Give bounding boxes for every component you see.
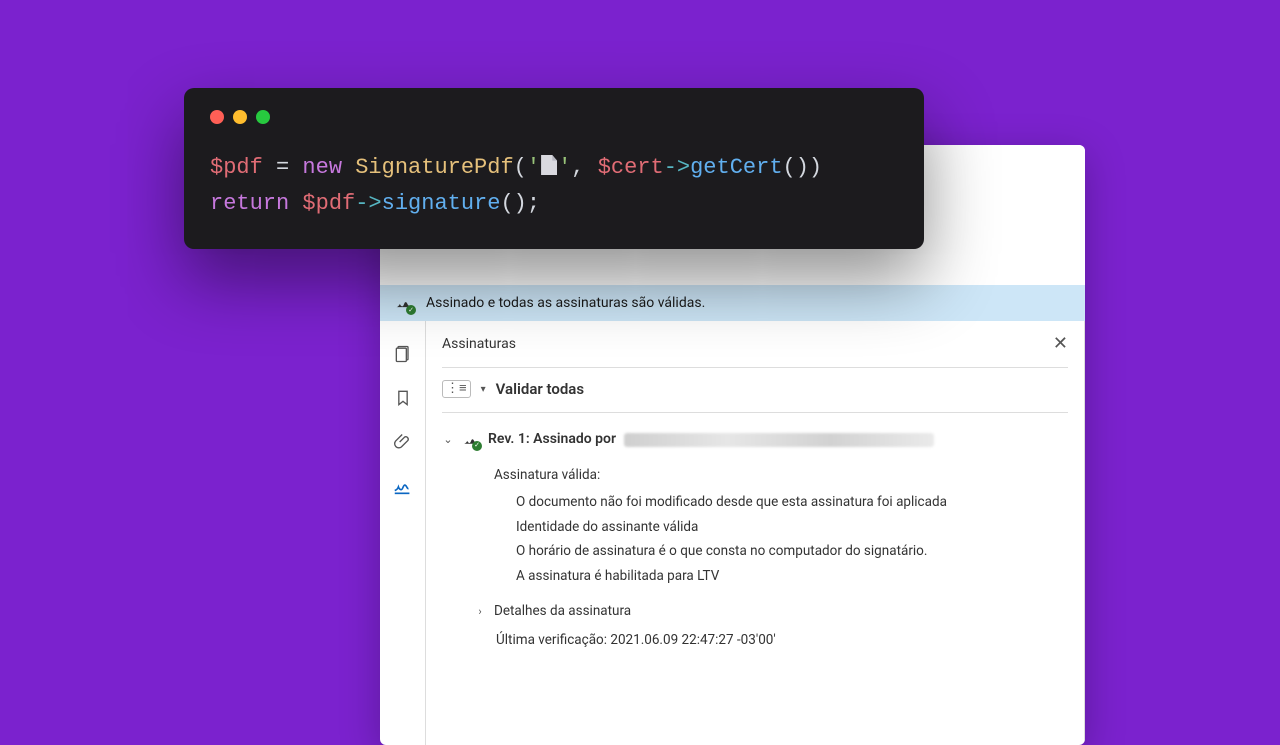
signature-valid-icon: ✓ bbox=[394, 293, 414, 313]
validate-all-label[interactable]: Validar todas bbox=[496, 380, 584, 398]
chevron-right-icon[interactable]: › bbox=[474, 603, 486, 620]
code-token: $pdf bbox=[210, 155, 263, 180]
dropdown-caret-icon[interactable]: ▾ bbox=[481, 384, 486, 395]
list-item: Identidade do assinante válida bbox=[516, 517, 1068, 538]
maximize-window-icon[interactable] bbox=[256, 110, 270, 124]
list-item: A assinatura é habilitada para LTV bbox=[516, 566, 1068, 587]
code-token: return bbox=[210, 191, 289, 216]
pdf-body: Assinaturas ✕ ⋮≡ ▾ Validar todas ⌄ ✓ Rev… bbox=[380, 321, 1085, 745]
signature-details-node[interactable]: › Detalhes da assinatura bbox=[474, 601, 1068, 622]
code-token: ( bbox=[514, 155, 527, 180]
close-window-icon[interactable] bbox=[210, 110, 224, 124]
revision-details: Assinatura válida: O documento não foi m… bbox=[494, 465, 1068, 651]
code-token: signature bbox=[382, 191, 501, 216]
list-item: O documento não foi modificado desde que… bbox=[516, 492, 1068, 513]
validate-all-row: ⋮≡ ▾ Validar todas bbox=[442, 368, 1068, 413]
chevron-down-icon[interactable]: ⌄ bbox=[442, 431, 454, 448]
code-token: SignaturePdf bbox=[342, 155, 514, 180]
bookmark-icon[interactable] bbox=[392, 387, 414, 409]
code-token: ' bbox=[558, 155, 571, 180]
signatures-panel: Assinaturas ✕ ⋮≡ ▾ Validar todas ⌄ ✓ Rev… bbox=[426, 321, 1085, 745]
list-item: O horário de assinatura é o que consta n… bbox=[516, 541, 1068, 562]
check-badge-icon: ✓ bbox=[406, 305, 416, 315]
code-token: , bbox=[571, 155, 597, 180]
code-token: $pdf bbox=[302, 191, 355, 216]
code-token: ' bbox=[527, 155, 540, 180]
signature-details-label: Detalhes da assinatura bbox=[494, 601, 631, 622]
code-token: new bbox=[302, 155, 342, 180]
close-icon[interactable]: ✕ bbox=[1053, 335, 1068, 353]
code-editor-window: $pdf = new SignaturePdf('', $cert->getCe… bbox=[184, 88, 924, 249]
redacted-signer-name bbox=[624, 433, 934, 447]
validate-menu-icon[interactable]: ⋮≡ bbox=[442, 380, 471, 398]
code-token: -> bbox=[355, 191, 381, 216]
minimize-window-icon[interactable] bbox=[233, 110, 247, 124]
attachment-icon[interactable] bbox=[392, 431, 414, 453]
revision-label: Rev. 1: Assinado por bbox=[488, 429, 616, 451]
signatures-panel-header: Assinaturas ✕ bbox=[442, 335, 1068, 368]
signature-valid-icon: ✓ bbox=[462, 431, 480, 449]
signature-tree: ⌄ ✓ Rev. 1: Assinado por Assinatura váli… bbox=[442, 413, 1068, 651]
check-badge-icon: ✓ bbox=[472, 441, 482, 451]
signature-points-list: O documento não foi modificado desde que… bbox=[516, 492, 1068, 588]
thumbnails-icon[interactable] bbox=[392, 343, 414, 365]
code-token: -> bbox=[664, 155, 690, 180]
code-line-1: $pdf = new SignaturePdf('', $cert->getCe… bbox=[210, 150, 898, 186]
signatures-icon[interactable] bbox=[392, 475, 414, 497]
last-verification-text: Última verificação: 2021.06.09 22:47:27 … bbox=[496, 630, 1068, 651]
code-token: getCert bbox=[690, 155, 782, 180]
code-token bbox=[289, 191, 302, 216]
signature-status-bar: ✓ Assinado e todas as assinaturas são vá… bbox=[380, 285, 1085, 321]
signatures-panel-title: Assinaturas bbox=[442, 336, 516, 352]
revision-node[interactable]: ⌄ ✓ Rev. 1: Assinado por bbox=[442, 429, 1068, 451]
signature-status-text: Assinado e todas as assinaturas são váli… bbox=[426, 295, 705, 311]
code-token: = bbox=[263, 155, 303, 180]
pdf-sidebar bbox=[380, 321, 426, 745]
file-icon bbox=[541, 155, 557, 175]
code-token: ()) bbox=[783, 155, 823, 180]
valid-signature-heading: Assinatura válida: bbox=[494, 465, 1068, 486]
code-token: $cert bbox=[598, 155, 664, 180]
traffic-lights bbox=[210, 110, 898, 124]
code-line-2: return $pdf->signature(); bbox=[210, 186, 898, 222]
code-token: (); bbox=[500, 191, 540, 216]
